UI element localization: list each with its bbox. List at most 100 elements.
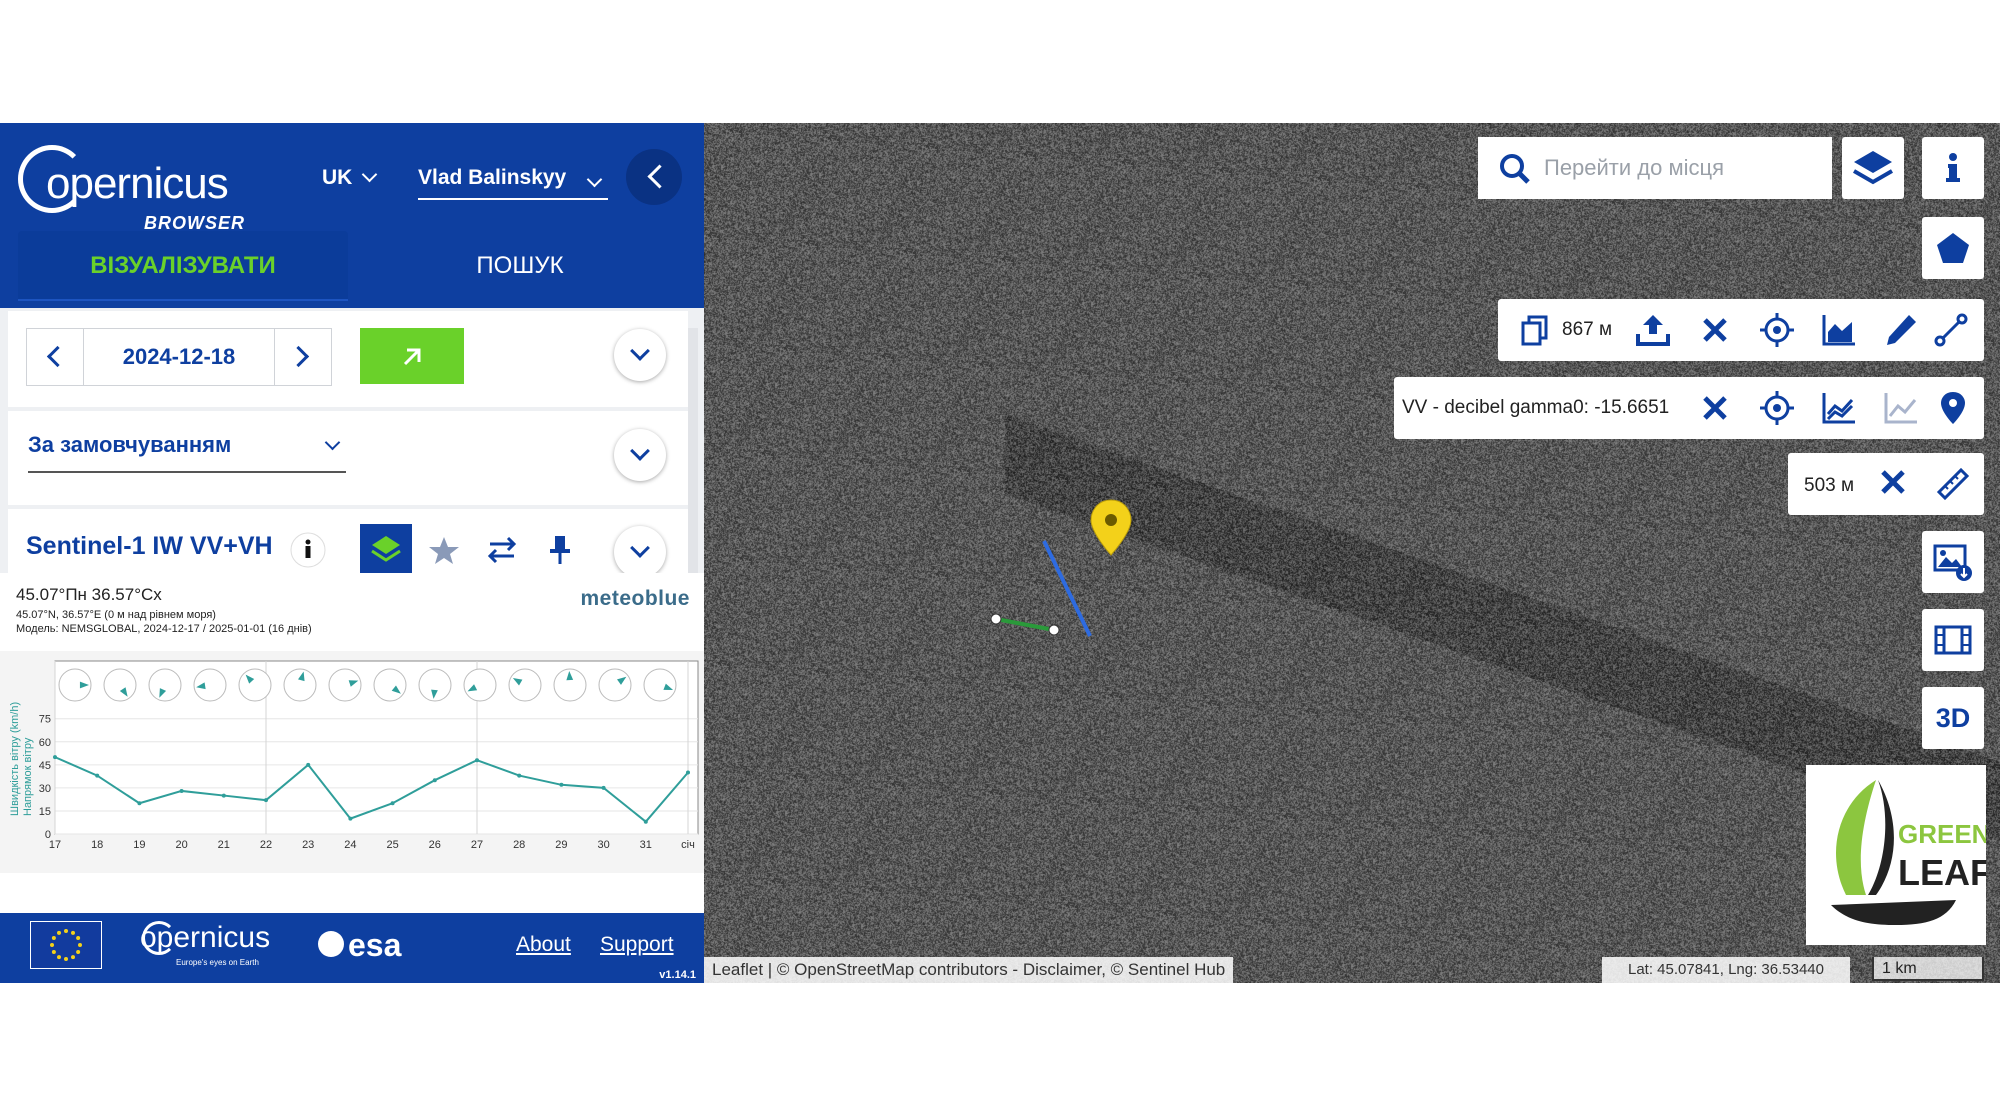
wind-speed-point: [306, 762, 311, 767]
remove-distance-button[interactable]: [1868, 457, 1918, 507]
close-icon: [1881, 470, 1905, 494]
place-marker-button[interactable]: [1928, 383, 1978, 433]
green-leaf-logo[interactable]: GREEN LEAF: [1806, 765, 1992, 945]
eu-stars-icon: [50, 929, 82, 961]
compare-button[interactable]: [476, 524, 528, 574]
eu-star: [50, 943, 54, 947]
timelapse-button[interactable]: [1922, 609, 1984, 671]
layer-title[interactable]: Sentinel-1 IW VV+VH: [26, 532, 273, 561]
measure-vertex[interactable]: [1048, 624, 1060, 636]
remove-area-button[interactable]: [1690, 305, 1740, 355]
esa-logo-icon: [318, 931, 344, 957]
wind-direction-icon: [238, 668, 272, 702]
layers-button[interactable]: [1842, 137, 1904, 199]
measure-vertex[interactable]: [990, 613, 1002, 625]
expand-date-button[interactable]: [614, 329, 666, 381]
logo-word-green: GREEN: [1898, 819, 1986, 849]
arrow-up-right-icon: [403, 348, 421, 366]
center-point-button[interactable]: [1752, 383, 1802, 433]
support-link[interactable]: Support: [600, 933, 674, 957]
pin-button[interactable]: [534, 524, 586, 574]
x-tick-label: 28: [513, 839, 525, 851]
remove-point-button[interactable]: [1690, 383, 1740, 433]
y-axis-label: Швидкість вітру (km/h): [9, 702, 21, 816]
language-select[interactable]: UK: [322, 166, 378, 190]
wind-speed-point: [601, 785, 606, 790]
wind-speed-point: [95, 773, 100, 778]
tab-search[interactable]: ПОШУК: [400, 231, 640, 301]
tab-visualize[interactable]: ВІЗУАЛІЗУВАТИ: [18, 231, 348, 301]
x-tick-label: 22: [260, 839, 272, 851]
info-button[interactable]: [1922, 137, 1984, 199]
x-tick-label: 25: [386, 839, 398, 851]
apply-date-button[interactable]: [360, 328, 464, 384]
measure-button[interactable]: [1928, 459, 1978, 509]
collapse-sidebar-button[interactable]: [626, 149, 682, 205]
copy-button[interactable]: [1510, 305, 1560, 355]
wind-speed-point: [686, 770, 690, 775]
eu-star: [76, 950, 81, 954]
search-input[interactable]: [1542, 147, 1826, 189]
favorite-button[interactable]: [418, 524, 470, 574]
center-area-button[interactable]: [1752, 305, 1802, 355]
x-tick-label: 24: [344, 839, 356, 851]
map-scale: 1 km: [1872, 957, 1984, 981]
sidebar-panel: opernicus BROWSER UK Vlad Balinskyy ВІЗУ…: [0, 123, 704, 983]
wind-speed-point: [432, 778, 437, 783]
expand-layer-button[interactable]: [614, 526, 666, 578]
location-marker-icon[interactable]: [1090, 499, 1132, 556]
y-tick-label: 75: [39, 714, 51, 726]
image-download-button[interactable]: [1922, 531, 1984, 593]
x-tick-label: 18: [91, 839, 103, 851]
next-date-button[interactable]: [277, 329, 331, 385]
3d-view-button[interactable]: 3D: [1922, 687, 1984, 749]
sidebar-scrollbar[interactable]: [688, 328, 698, 573]
layer-visibility-button[interactable]: [360, 524, 412, 574]
wind-speed-point: [179, 788, 184, 793]
line-tool-icon: [1934, 313, 1968, 347]
chevron-down-icon: [586, 171, 603, 188]
x-tick-label: 19: [133, 839, 145, 851]
wind-speed-point: [475, 758, 479, 763]
ruler-icon: [1936, 467, 1970, 501]
area-statistics-button[interactable]: [1814, 305, 1864, 355]
info-icon: [1946, 153, 1960, 182]
eu-star: [57, 930, 61, 935]
layer-info-button[interactable]: [284, 524, 336, 574]
line-chart-icon: [1884, 393, 1917, 424]
area-measure-line[interactable]: [995, 617, 1055, 632]
crosshair-icon: [1760, 313, 1794, 347]
point-timeseries-button[interactable]: [1814, 383, 1864, 433]
map-view[interactable]: 867 м: [704, 123, 2000, 983]
measure-line-button[interactable]: [1926, 305, 1976, 355]
wind-speed-point: [348, 816, 353, 821]
eu-star: [51, 950, 56, 954]
user-menu[interactable]: Vlad Balinskyy: [418, 166, 608, 200]
map-attribution[interactable]: Leaflet | © OpenStreetMap contributors -…: [704, 957, 1234, 983]
info-icon: [290, 532, 326, 568]
x-tick-label: 17: [49, 839, 61, 851]
area-measure-toolbar: 867 м: [1498, 299, 1984, 361]
wind-direction-icon: [463, 668, 497, 702]
copernicus-tagline: Europe's eyes on Earth: [176, 958, 259, 967]
edit-area-button[interactable]: [1876, 305, 1926, 355]
upload-button[interactable]: [1628, 305, 1678, 355]
meteoblue-logo[interactable]: meteoblue: [580, 587, 690, 611]
expand-theme-button[interactable]: [614, 429, 666, 481]
wind-direction-icon: [598, 668, 632, 702]
eu-star: [64, 957, 68, 961]
weather-coordinates: 45.07°N, 36.57°E (0 м над рівнем моря): [16, 609, 216, 621]
draw-area-button[interactable]: [1922, 217, 1984, 279]
distance-measure-line[interactable]: [1042, 540, 1092, 637]
wind-speed-point: [53, 755, 57, 760]
wind-direction-icon: [103, 668, 137, 702]
line-chart-button[interactable]: [1876, 383, 1926, 433]
about-link[interactable]: About: [516, 933, 571, 957]
wind-speed-point: [264, 798, 268, 803]
theme-selected-value: За замовчуванням: [28, 432, 232, 457]
wind-speed-point: [137, 801, 142, 806]
previous-date-button[interactable]: [27, 329, 81, 385]
eu-star: [71, 955, 75, 960]
date-input[interactable]: 2024-12-18: [83, 329, 275, 385]
theme-select[interactable]: За замовчуванням: [28, 419, 346, 473]
